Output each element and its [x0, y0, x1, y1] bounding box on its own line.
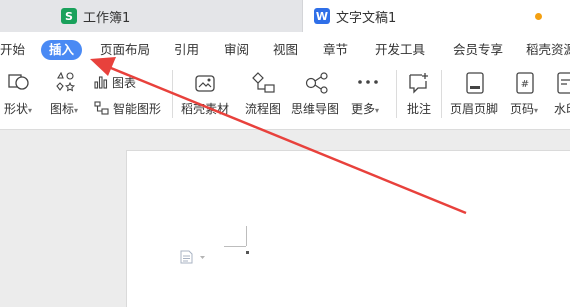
menu-references[interactable]: 引用 [174, 40, 199, 60]
tab-bar: S 工作簿1 W 文字文稿1 [0, 0, 570, 32]
chevron-down-icon: ▾ [74, 106, 79, 115]
page-number-icon: # [516, 72, 534, 94]
flowchart-button[interactable]: 流程图 [244, 72, 284, 120]
chevron-down-icon: ▾ [375, 106, 380, 115]
menu-member[interactable]: 会员专享 [453, 40, 503, 60]
watermark-button[interactable]: 水印 [554, 72, 570, 120]
smart-graphic-icon [94, 101, 109, 115]
comment-icon [409, 73, 428, 94]
chart-label: 图表 [112, 76, 137, 90]
header-footer-button[interactable]: 页眉页脚 [450, 72, 502, 120]
menu-docer-resources[interactable]: 稻壳资源 [526, 40, 570, 60]
smart-graphic-button[interactable]: 智能图形 [94, 100, 166, 116]
menu-start[interactable]: 开始 [0, 40, 25, 60]
mindmap-label: 思维导图 [291, 102, 340, 116]
tab-workbook[interactable]: S 工作簿1 [50, 0, 302, 32]
page-number-button[interactable]: # 页码▾ [510, 72, 548, 120]
docer-material-button[interactable]: 稻壳素材 [181, 72, 233, 120]
more-label: 更多 [351, 102, 376, 116]
icons-label: 图标 [50, 102, 75, 116]
ribbon-divider [172, 70, 173, 118]
menu-view[interactable]: 视图 [273, 40, 298, 60]
header-footer-icon [466, 72, 484, 94]
icons-button[interactable]: 图标▾ [50, 72, 86, 120]
material-icon [195, 75, 215, 92]
docer-material-label: 稻壳素材 [181, 102, 230, 116]
flowchart-label: 流程图 [245, 102, 282, 116]
ribbon-divider [441, 70, 442, 118]
comment-label: 批注 [407, 102, 432, 116]
icons-icon [56, 72, 75, 92]
document-page[interactable] [126, 150, 570, 307]
svg-text:#: # [521, 79, 529, 90]
menu-page-layout[interactable]: 页面布局 [100, 40, 150, 60]
mindmap-button[interactable]: 思维导图 [291, 72, 343, 120]
chevron-down-icon: ▾ [28, 106, 33, 115]
tab-title: 文字文稿1 [336, 10, 397, 26]
menu-developer-tools[interactable]: 开发工具 [375, 40, 425, 60]
header-footer-label: 页眉页脚 [450, 102, 499, 116]
chevron-down-icon: ▾ [534, 106, 539, 115]
bar-chart-icon [94, 76, 108, 89]
tab-title: 工作簿1 [83, 10, 131, 26]
more-button[interactable]: 更多▾ [351, 72, 391, 120]
smart-graphic-label: 智能图形 [113, 102, 162, 116]
document-icon: W [314, 8, 330, 24]
shapes-button[interactable]: 形状▾ [4, 72, 40, 120]
watermark-label: 水印 [554, 102, 570, 116]
page-number-label: 页码 [510, 102, 535, 116]
paragraph-options-icon[interactable] [180, 250, 206, 267]
shapes-label: 形状 [4, 102, 29, 116]
chart-button[interactable]: 图表 [94, 74, 160, 90]
mindmap-icon [305, 72, 328, 94]
text-cursor [246, 251, 249, 254]
tab-document[interactable]: W 文字文稿1 [303, 0, 570, 32]
watermark-icon [557, 72, 570, 94]
menu-insert[interactable]: 插入 [41, 40, 83, 60]
comment-button[interactable]: 批注 [404, 72, 436, 120]
menu-review[interactable]: 审阅 [224, 40, 249, 60]
page-margin-mark [246, 226, 247, 246]
unsaved-indicator [535, 13, 542, 20]
shapes-icon [8, 74, 29, 90]
menu-section[interactable]: 章节 [323, 40, 348, 60]
spreadsheet-icon: S [61, 8, 77, 24]
ribbon-divider [396, 70, 397, 118]
page-margin-mark [224, 246, 246, 247]
flowchart-icon [252, 72, 275, 93]
more-icon [358, 80, 378, 84]
